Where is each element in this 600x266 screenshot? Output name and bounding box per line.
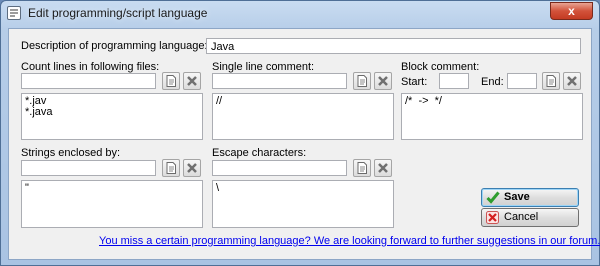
escape-characters-list[interactable]: \ [212,180,394,228]
script-icon [7,6,21,20]
cancel-x-icon [486,211,499,224]
save-button[interactable]: Save [481,188,579,207]
delete-x-icon [187,163,197,173]
single-line-comment-list[interactable]: // [212,93,394,140]
cancel-button[interactable]: Cancel [481,208,579,227]
escape-edit-button[interactable] [353,159,371,177]
count-lines-label: Count lines in following files: [21,61,160,73]
forum-suggestion-link[interactable]: You miss a certain programming language?… [99,235,600,247]
edit-page-icon [546,75,556,87]
block-comment-edit-button[interactable] [542,72,560,90]
single-line-edit-button[interactable] [353,72,371,90]
block-comment-label: Block comment: [401,61,480,73]
description-input[interactable]: Java [206,38,581,54]
escape-characters-input[interactable] [212,160,347,176]
escape-delete-button[interactable] [374,159,392,177]
file-pattern-edit-button[interactable] [162,72,180,90]
single-line-comment-label: Single line comment: [212,61,315,73]
file-pattern-list[interactable]: *.jav *.java [21,93,203,140]
edit-page-icon [357,162,367,174]
delete-x-icon [567,76,577,86]
escape-characters-label: Escape characters: [212,147,307,159]
title-bar[interactable]: Edit programming/script language x [1,1,599,27]
delete-x-icon [378,163,388,173]
file-pattern-delete-button[interactable] [183,72,201,90]
block-start-label: Start: [401,76,428,88]
block-comment-list[interactable]: /* -> */ [401,93,583,140]
file-pattern-input[interactable] [21,73,156,89]
dialog-content: Description of programming language: Jav… [8,28,600,260]
strings-enclosed-list[interactable]: " [21,180,203,228]
close-icon: x [568,4,575,18]
close-button[interactable]: x [550,2,593,20]
block-comment-delete-button[interactable] [563,72,581,90]
strings-enclosed-input[interactable] [21,160,156,176]
description-label: Description of programming language: [21,40,208,52]
block-end-label: End: [481,76,504,88]
delete-x-icon [187,76,197,86]
window-title: Edit programming/script language [28,6,208,20]
save-button-label: Save [504,191,530,203]
single-line-comment-input[interactable] [212,73,347,89]
single-line-delete-button[interactable] [374,72,392,90]
strings-delete-button[interactable] [183,159,201,177]
dialog-window: Edit programming/script language x Descr… [0,0,600,266]
check-icon [486,191,500,204]
strings-enclosed-label: Strings enclosed by: [21,147,121,159]
delete-x-icon [378,76,388,86]
edit-page-icon [166,162,176,174]
edit-page-icon [166,75,176,87]
edit-page-icon [357,75,367,87]
block-start-input[interactable] [439,73,469,89]
strings-edit-button[interactable] [162,159,180,177]
block-end-input[interactable] [507,73,537,89]
cancel-button-label: Cancel [504,211,539,223]
